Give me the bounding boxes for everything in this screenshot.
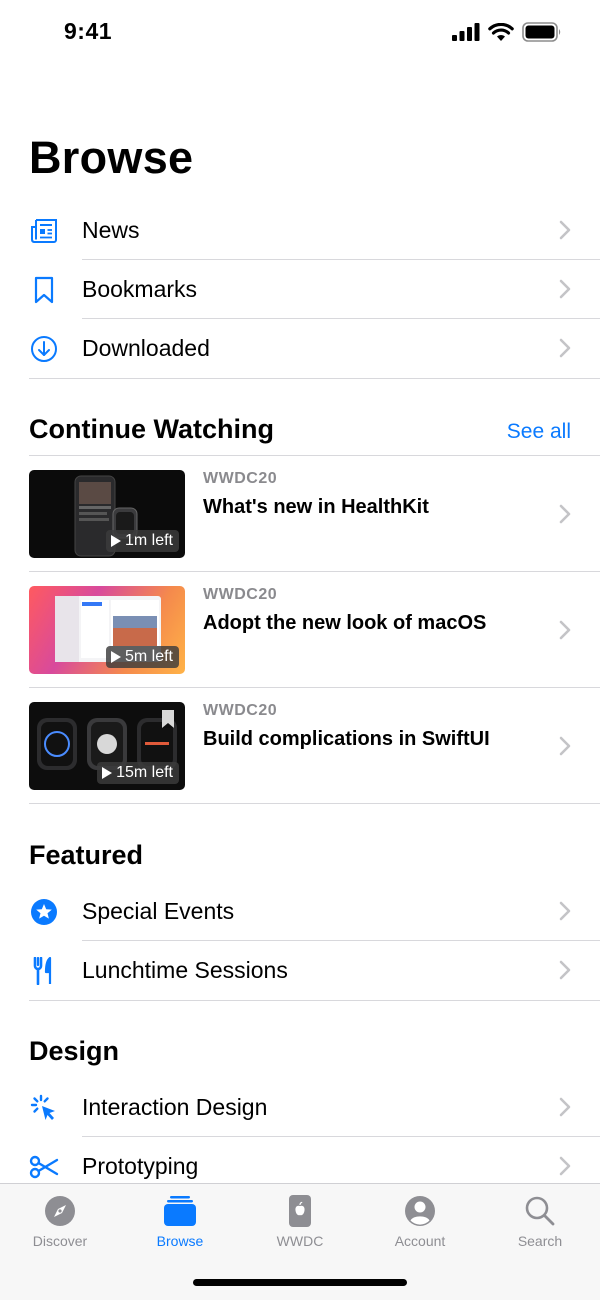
divider: [29, 803, 600, 804]
video-event: WWDC20: [203, 702, 278, 719]
tab-label: Account: [394, 1233, 446, 1249]
list-item-label: News: [82, 217, 140, 243]
play-icon: [102, 767, 113, 779]
stack-icon: [163, 1194, 197, 1228]
chevron-right-icon: [559, 736, 571, 756]
section-divider: [29, 378, 600, 379]
video-thumbnail: 15m left: [29, 702, 185, 790]
time-left-text: 15m left: [116, 764, 173, 781]
list-item-label: Special Events: [82, 898, 235, 924]
list-item-interaction-design[interactable]: Interaction Design: [0, 1078, 600, 1137]
home-indicator[interactable]: [193, 1279, 407, 1286]
bookmark-icon: [29, 275, 59, 305]
video-item-macos[interactable]: 5m left WWDC20 Adopt the new look of mac…: [0, 572, 600, 688]
time-left-badge: 1m left: [105, 530, 179, 552]
video-thumbnail: 5m left: [29, 586, 185, 674]
time-left-text: 1m left: [124, 532, 173, 549]
tab-label: Browse: [156, 1233, 204, 1249]
list-item-news[interactable]: News: [0, 201, 600, 260]
chevron-right-icon: [559, 620, 571, 640]
video-item-healthkit[interactable]: 1m left WWDC20 What's new in HealthKit: [0, 456, 600, 572]
list-item-label: Interaction Design: [82, 1094, 268, 1120]
tab-account[interactable]: Account: [360, 1194, 480, 1249]
video-event: WWDC20: [203, 470, 278, 487]
chevron-right-icon: [559, 901, 571, 921]
phone-icon: [283, 1194, 317, 1228]
chevron-right-icon: [559, 960, 571, 980]
featured-list: Special Events Lunchtime Sessions: [0, 882, 600, 1000]
compass-icon: [43, 1194, 77, 1228]
list-item-label: Lunchtime Sessions: [82, 957, 288, 983]
video-title: What's new in HealthKit: [203, 496, 429, 518]
tab-discover[interactable]: Discover: [0, 1194, 120, 1249]
person-icon: [403, 1194, 437, 1228]
chevron-right-icon: [559, 279, 571, 299]
chevron-right-icon: [559, 504, 571, 524]
tab-label: Discover: [32, 1233, 88, 1249]
status-bar: 9:41: [0, 0, 600, 70]
list-item-label: Prototyping: [82, 1153, 199, 1179]
fork-knife-icon: [29, 956, 59, 986]
status-time: 9:41: [64, 18, 113, 44]
time-left-badge: 15m left: [97, 762, 179, 784]
tab-browse[interactable]: Browse: [120, 1194, 240, 1249]
tab-search[interactable]: Search: [480, 1194, 600, 1249]
time-left-badge: 5m left: [105, 646, 179, 668]
play-icon: [110, 651, 121, 663]
video-item-complications[interactable]: 15m left WWDC20 Build complications in S…: [0, 688, 600, 804]
section-divider: [29, 1000, 600, 1001]
design-list: Interaction Design Prototyping: [0, 1078, 600, 1196]
design-title: Design: [29, 1036, 120, 1066]
page-title: Browse: [29, 132, 194, 183]
time-left-text: 5m left: [124, 648, 173, 665]
tap-icon: [29, 1093, 59, 1123]
video-title: Build complications in SwiftUI: [203, 728, 490, 750]
cellular-signal-icon: [452, 23, 480, 41]
see-all-link[interactable]: See all: [507, 420, 571, 444]
list-item-special-events[interactable]: Special Events: [0, 882, 600, 941]
chevron-right-icon: [559, 338, 571, 358]
tab-label: Search: [517, 1233, 563, 1249]
list-item-label: Bookmarks: [82, 276, 198, 302]
video-thumbnail: 1m left: [29, 470, 185, 558]
search-icon: [523, 1194, 557, 1228]
browse-list: News Bookmarks Downloaded: [0, 201, 600, 378]
list-item-label: Downloaded: [82, 335, 210, 361]
battery-icon: [522, 22, 561, 42]
chevron-right-icon: [559, 1156, 571, 1176]
video-title: Adopt the new look of macOS: [203, 612, 487, 634]
download-icon: [29, 334, 59, 364]
tab-wwdc[interactable]: WWDC: [240, 1194, 360, 1249]
list-item-downloaded[interactable]: Downloaded: [0, 319, 600, 378]
wifi-icon: [488, 22, 514, 41]
list-item-lunchtime-sessions[interactable]: Lunchtime Sessions: [0, 941, 600, 1000]
continue-watching-title: Continue Watching: [29, 414, 274, 444]
news-icon: [29, 216, 59, 246]
featured-title: Featured: [29, 840, 144, 870]
chevron-right-icon: [559, 1097, 571, 1117]
star-icon: [29, 897, 59, 927]
list-item-bookmarks[interactable]: Bookmarks: [0, 260, 600, 319]
play-icon: [110, 535, 121, 547]
video-event: WWDC20: [203, 586, 278, 603]
tab-label: WWDC: [276, 1233, 324, 1249]
chevron-right-icon: [559, 220, 571, 240]
status-icons: [452, 22, 562, 42]
scissors-icon: [29, 1152, 59, 1182]
